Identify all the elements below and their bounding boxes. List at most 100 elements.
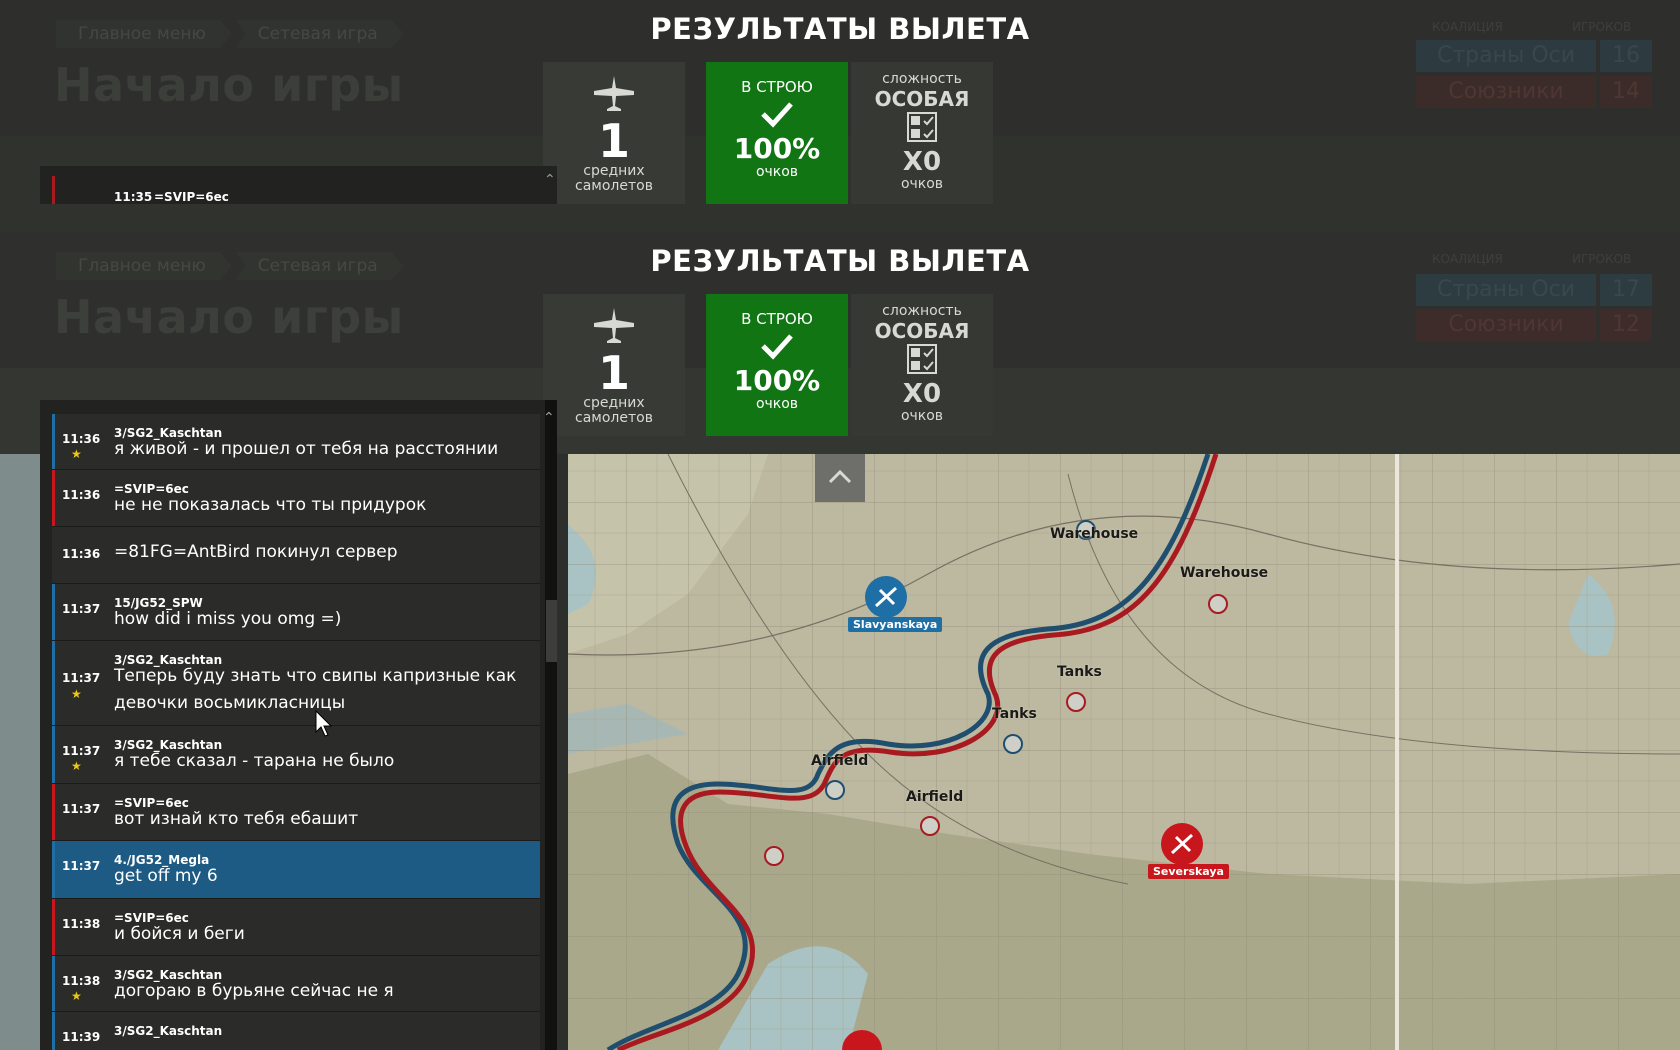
team-bar <box>52 899 55 955</box>
difficulty-label: сложность <box>882 71 962 87</box>
chat-message[interactable]: 11:37 =SVIP=6ec вот изнай кто тебя ебашит <box>52 784 540 841</box>
airbase-label[interactable]: Slavyanskaya <box>848 617 943 632</box>
coalition-row-axis: Страны Оси 17 <box>1416 274 1652 306</box>
team-bar <box>52 726 55 783</box>
map-label-tanks: Tanks <box>1057 664 1102 680</box>
status-unit: очков <box>755 164 799 180</box>
team-bar <box>52 414 55 469</box>
chat-time: 11:37 <box>62 602 101 616</box>
chat-panel[interactable]: 11:36 ★ 3/SG2_Kaschtan я живой - и прошел о… <box>40 400 557 1050</box>
chat-time: 11:39 <box>62 1030 101 1044</box>
chevron-up-icon <box>828 469 852 484</box>
target-icon[interactable] <box>1208 594 1228 614</box>
team-bar <box>52 1012 55 1050</box>
difficulty-label: сложность <box>882 303 962 319</box>
chat-time: 11:37 <box>62 802 101 816</box>
team-bar <box>52 176 55 204</box>
planes-label: средних <box>583 163 645 179</box>
difficulty-card-ghost: сложность ОСОБАЯ X0 очков <box>851 62 993 204</box>
chevron-up-icon[interactable]: ⌃ <box>544 172 556 188</box>
target-icon[interactable] <box>764 846 784 866</box>
map-label-airfield: Airfield <box>906 789 964 805</box>
chat-text: я тебе сказал - тарана не было <box>114 751 395 771</box>
plane-icon <box>594 76 634 111</box>
status-value: 100% <box>733 364 821 397</box>
status-label: В СТРОЮ <box>741 310 813 328</box>
chat-text: и бойся и беги <box>114 924 245 944</box>
team-bar <box>52 470 55 526</box>
map-left-strip <box>0 454 40 1050</box>
chat-message[interactable]: 11:37 ★ 3/SG2_Kaschtan я тебе сказал - тара… <box>52 726 540 784</box>
chat-time: 11:36 <box>62 488 101 502</box>
status-card: В СТРОЮ 100% очков <box>706 294 848 436</box>
planes-label: самолетов <box>575 178 653 194</box>
difficulty-icon <box>907 344 937 374</box>
airbase-label[interactable]: Severskaya <box>1148 864 1229 879</box>
chat-text: девочки восьмикласницы <box>114 693 346 713</box>
coalition-row-allies: Союзники 12 <box>1416 309 1652 341</box>
mission-map[interactable]: Warehouse Warehouse Tanks Tanks Airfield… <box>568 454 1680 1050</box>
difficulty-value: ОСОБАЯ <box>874 319 970 343</box>
chat-text: я живой - и прошел от тебя на расстоянии <box>114 439 499 459</box>
chat-text: догораю в бурьяне сейчас не я <box>114 981 394 1001</box>
status-label: В СТРОЮ <box>741 78 813 96</box>
chat-message[interactable]: 11:37 ★ 3/SG2_Kaschtan Теперь буду знать чт… <box>52 641 540 726</box>
chat-ghost: 11:35 =SVIP=6ec ⌃ <box>40 166 557 204</box>
star-icon: ★ <box>71 687 82 701</box>
team-bar <box>52 956 55 1011</box>
chat-time: 11:38 <box>62 974 101 988</box>
chat-message[interactable]: 11:37 15/JG52_SPW how did i miss you omg =… <box>52 584 540 641</box>
chat-time: 11:36 <box>62 432 101 446</box>
map-label-tanks: Tanks <box>992 706 1037 722</box>
chat-text: how did i miss you omg =) <box>114 609 342 629</box>
chat-message[interactable]: 11:36 ★ 3/SG2_Kaschtan я живой - и прошел о… <box>52 414 540 470</box>
chat-time: 11:36 <box>62 547 101 561</box>
chat-message[interactable]: 11:37 4./JG52_Megla get off my 6 <box>52 841 540 899</box>
coalition-name: Союзники <box>1416 309 1596 341</box>
target-icon[interactable] <box>1003 734 1023 754</box>
team-bar <box>52 784 55 840</box>
chat-scroll-thumb[interactable] <box>546 600 557 662</box>
star-icon: ★ <box>71 447 82 461</box>
chat-message[interactable]: 11:36 =81FG=AntBird покинул сервер <box>52 527 540 584</box>
planes-card-ghost: 1 средних самолетов <box>543 62 685 204</box>
airbase-slavyanskaya-icon[interactable] <box>865 576 907 618</box>
planes-label: средних <box>583 395 645 411</box>
coalition-name: Страны Оси <box>1416 274 1596 306</box>
chat-text: не не показалась что ты придурок <box>114 495 427 515</box>
chat-message[interactable]: 11:38 =SVIP=6ec и бойся и беги <box>52 899 540 956</box>
coalition-count: 12 <box>1600 309 1652 341</box>
chat-scrollbar[interactable] <box>545 400 557 1050</box>
airbase-severskaya-icon[interactable] <box>1161 823 1203 865</box>
chat-time: 11:37 <box>62 744 101 758</box>
check-icon <box>761 102 793 128</box>
chevron-up-icon[interactable]: ⌃ <box>543 410 555 426</box>
difficulty-icon <box>907 112 937 142</box>
difficulty-card: сложность ОСОБАЯ X0 очков <box>851 294 993 436</box>
planes-count: 1 <box>597 114 630 168</box>
collapse-button[interactable] <box>815 454 865 502</box>
results-title-ghost: РЕЗУЛЬТАТЫ ВЫЛЕТА <box>650 12 1030 46</box>
check-icon <box>761 334 793 360</box>
mouse-cursor-icon <box>315 710 333 737</box>
chat-message[interactable]: 11:36 =SVIP=6ec не не показалась что ты пр… <box>52 470 540 527</box>
difficulty-value: ОСОБАЯ <box>874 87 970 111</box>
target-icon[interactable] <box>920 816 940 836</box>
target-icon[interactable] <box>1066 692 1086 712</box>
status-card-ghost: В СТРОЮ 100% очков <box>706 62 848 204</box>
chat-text: вот изнай кто тебя ебашит <box>114 809 359 829</box>
chat-message[interactable]: 11:38 ★ 3/SG2_Kaschtan догораю в бурьяне се… <box>52 956 540 1012</box>
plane-icon <box>594 308 634 343</box>
chat-text: Теперь буду знать что свипы капризные ка… <box>114 666 517 686</box>
map-label-airfield: Airfield <box>811 753 869 769</box>
team-bar <box>52 841 55 898</box>
team-bar <box>52 527 55 583</box>
results-title: РЕЗУЛЬТАТЫ ВЫЛЕТА <box>650 244 1030 278</box>
star-icon: ★ <box>71 989 82 1003</box>
chat-time: 11:37 <box>62 671 101 685</box>
chat-sender[interactable]: 3/SG2_Kaschtan <box>114 1024 222 1038</box>
team-bar <box>52 584 55 640</box>
target-icon[interactable] <box>825 780 845 800</box>
chat-message[interactable]: 11:39 3/SG2_Kaschtan <box>52 1012 540 1050</box>
coalition-count: 17 <box>1600 274 1652 306</box>
